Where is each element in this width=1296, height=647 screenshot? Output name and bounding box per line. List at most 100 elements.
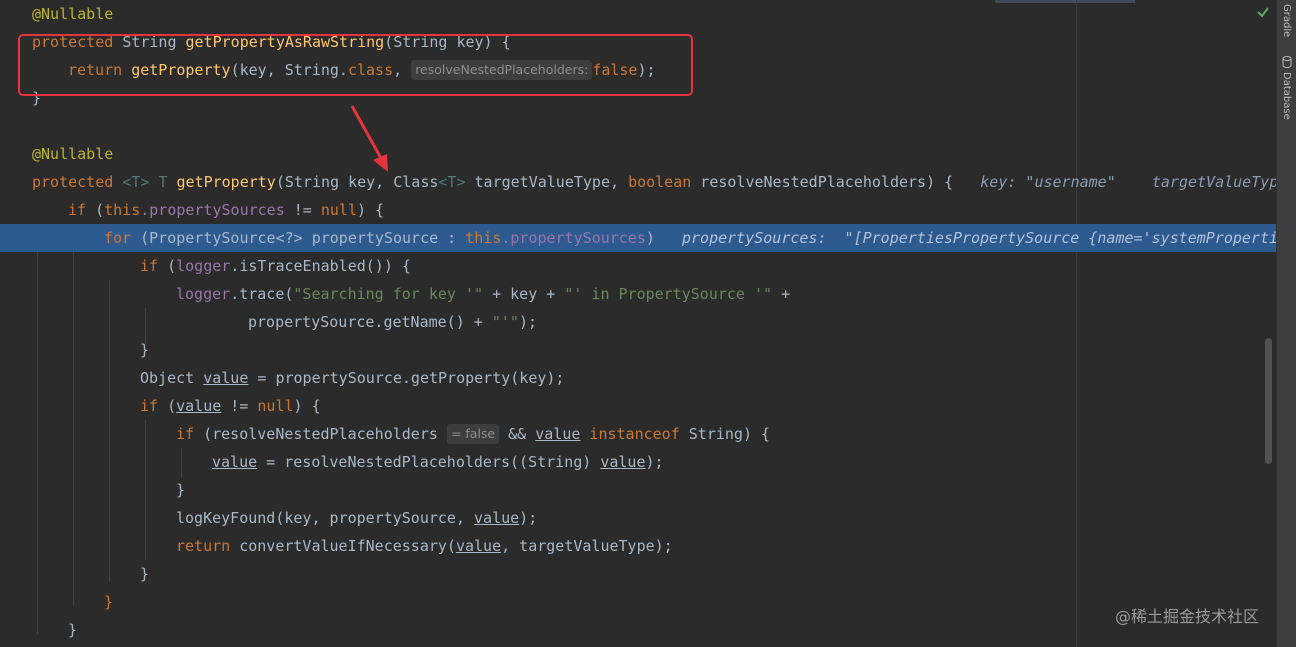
type-param: <T> [438, 173, 466, 191]
annotation: @Nullable [32, 145, 114, 163]
code: ( [86, 201, 105, 219]
method-name: getProperty [176, 173, 276, 191]
code-line[interactable]: @Nullable [0, 0, 113, 28]
right-margin-guide [1076, 0, 1077, 647]
code-line[interactable]: if (resolveNestedPlaceholders = false &&… [0, 420, 770, 448]
variable: value [474, 509, 520, 527]
debug-inline-values: key: "username" targetValueType [980, 173, 1276, 191]
code: ); [518, 313, 537, 331]
code: ); [519, 509, 538, 527]
brace: } [104, 593, 114, 611]
params: resolveNestedPlaceholders) { [691, 173, 954, 191]
code-line[interactable]: if (this.propertySources != null) { [0, 196, 384, 224]
keyword: null [257, 397, 294, 415]
keyword: return [176, 537, 231, 555]
code-editor[interactable]: @Nullable protected String getPropertyAs… [0, 0, 1276, 647]
code: convertValueIfNecessary( [230, 537, 456, 555]
database-icon [1282, 56, 1292, 68]
keyword: if [68, 201, 87, 219]
code-line[interactable]: Object value = propertySource.getPropert… [0, 364, 564, 392]
code: ) { [293, 397, 321, 415]
highlight-box [18, 34, 693, 96]
inline-value-hint: = false [446, 424, 500, 444]
right-tool-sidebar: Gradle Database [1276, 0, 1296, 647]
code: && [499, 425, 536, 443]
brace: } [68, 621, 78, 639]
code: ) { [357, 201, 385, 219]
variable: value [203, 369, 249, 387]
code: != [221, 397, 258, 415]
type-param: <T> [122, 173, 150, 191]
code: Object [140, 369, 204, 387]
string-literal: "' in PropertySource '" [564, 285, 773, 303]
code-line[interactable]: } [0, 336, 149, 364]
annotation: @Nullable [32, 5, 114, 23]
keyword: boolean [628, 173, 692, 191]
execution-point-line[interactable]: for (PropertySource<?> propertySource : … [0, 224, 1276, 252]
code: = resolveNestedPlaceholders((String) [257, 453, 601, 471]
vertical-scrollbar[interactable] [1265, 338, 1272, 464]
code: + [772, 285, 791, 303]
code: + key + [483, 285, 565, 303]
gradle-tab[interactable]: Gradle [1281, 4, 1292, 37]
variable: value [176, 397, 222, 415]
code: (PropertySource<?> propertySource : [131, 229, 466, 247]
brace: } [176, 481, 186, 499]
keyword: this [465, 229, 502, 247]
keyword: protected [32, 173, 114, 191]
code: = propertySource.getProperty(key); [248, 369, 565, 387]
code-line[interactable]: logKeyFound(key, propertySource, value); [0, 504, 537, 532]
scroll-marker [995, 0, 1135, 3]
code: logKeyFound(key, propertySource, [176, 509, 475, 527]
string-literal: "'" [491, 313, 519, 331]
code-line[interactable]: } [0, 588, 113, 616]
code: (resolveNestedPlaceholders [194, 425, 438, 443]
variable: value [455, 537, 502, 555]
code-line[interactable]: if (logger.isTraceEnabled()) { [0, 252, 411, 280]
params: targetValueType, [465, 173, 629, 191]
variable: value [600, 453, 646, 471]
keyword: null [320, 201, 357, 219]
code-line[interactable]: protected <T> T getProperty(String key, … [0, 168, 1276, 196]
code: ) [645, 229, 655, 247]
code: .trace( [230, 285, 294, 303]
string-literal: "Searching for key '" [293, 285, 484, 303]
code-line[interactable]: logger.trace("Searching for key '" + key… [0, 280, 790, 308]
code-line[interactable]: } [0, 616, 77, 644]
code: ); [645, 453, 664, 471]
field: logger [176, 285, 231, 303]
code: , targetValueType); [501, 537, 673, 555]
keyword: if [140, 397, 159, 415]
code: ( [158, 397, 177, 415]
brace: } [140, 565, 150, 583]
code-line[interactable]: } [0, 560, 149, 588]
code-line[interactable]: return convertValueIfNecessary(value, ta… [0, 532, 673, 560]
database-tab[interactable]: Database [1281, 72, 1292, 120]
code: String) { [679, 425, 771, 443]
code-line[interactable]: value = resolveNestedPlaceholders((Strin… [0, 448, 664, 476]
red-arrow-icon [350, 105, 388, 172]
code: ( [158, 257, 177, 275]
type-param: T [158, 173, 168, 191]
keyword: instanceof [580, 425, 680, 443]
inspection-ok-icon[interactable] [1255, 4, 1271, 20]
keyword: this [104, 201, 141, 219]
code: propertySource.getName() + [248, 313, 492, 331]
debug-inline-values: propertySources: "[PropertiesPropertySou… [681, 229, 1276, 247]
variable: value [212, 453, 258, 471]
code-line[interactable]: propertySource.getName() + "'"); [0, 308, 537, 336]
variable: value [535, 425, 581, 443]
code-line[interactable]: } [0, 476, 185, 504]
brace: } [140, 341, 150, 359]
keyword: if [176, 425, 195, 443]
watermark: @稀土掘金技术社区 [1115, 607, 1260, 626]
field: logger [176, 257, 231, 275]
code: .isTraceEnabled()) { [230, 257, 411, 275]
field: .propertySources [140, 201, 285, 219]
field: .propertySources [501, 229, 646, 247]
keyword: if [140, 257, 159, 275]
code: != [284, 201, 321, 219]
keyword: for [104, 229, 132, 247]
code-line[interactable]: if (value != null) { [0, 392, 321, 420]
code-line[interactable]: @Nullable [0, 140, 113, 168]
